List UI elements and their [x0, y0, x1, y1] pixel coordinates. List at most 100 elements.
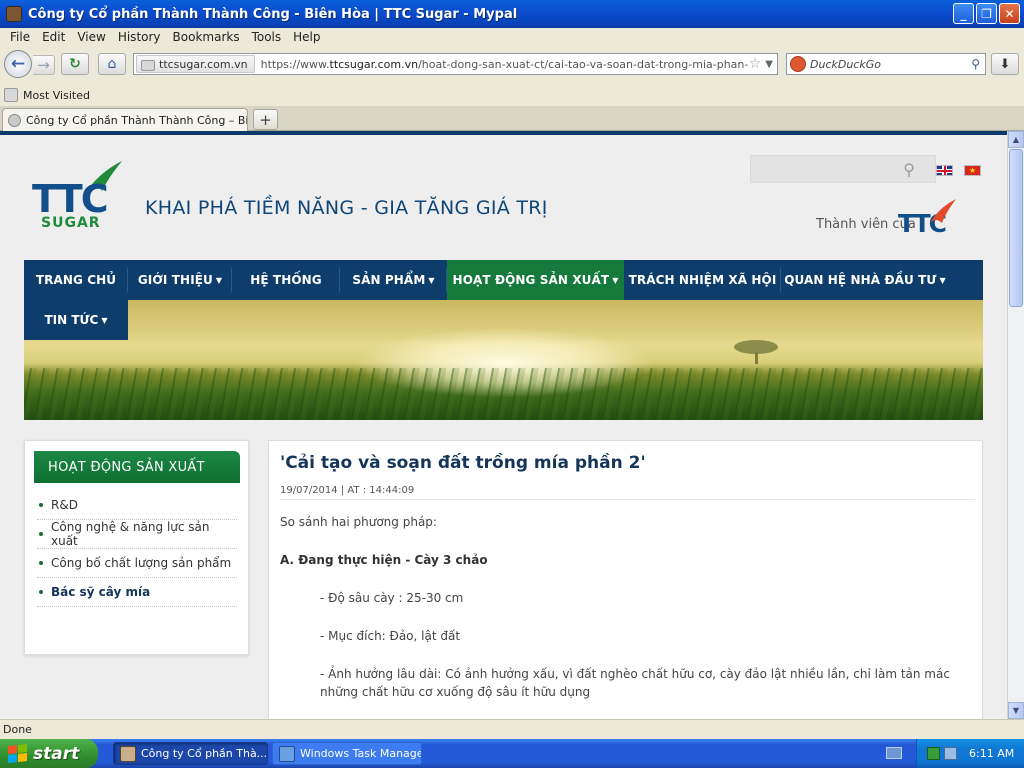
back-button[interactable]: ←	[4, 50, 32, 78]
menu-tools[interactable]: Tools	[246, 30, 288, 44]
nav-label: TRANG CHỦ	[35, 273, 117, 287]
ttc-sugar-logo[interactable]: TTC SUGAR	[32, 159, 124, 233]
menu-file[interactable]: File	[4, 30, 36, 44]
url-text[interactable]: https://www.ttcsugar.com.vn/hoat-dong-sa…	[261, 58, 749, 71]
window-title: Công ty Cổ phần Thành Thành Công - Biên …	[28, 6, 518, 22]
english-flag-icon[interactable]	[936, 165, 953, 176]
menu-view[interactable]: View	[71, 30, 111, 44]
nav-label: GIỚI THIỆU	[137, 273, 213, 287]
tray-clock[interactable]: 6:11 AM	[969, 747, 1014, 760]
site-search-input[interactable]: ⚲	[750, 155, 936, 183]
article-intro: So sánh hai phương pháp:	[280, 515, 437, 529]
url-bar[interactable]: ttcsugar.com.vn https://www.ttcsugar.com…	[133, 53, 778, 75]
nav-tin-tuc[interactable]: TIN TỨC ▼	[24, 300, 128, 340]
start-button[interactable]: start	[0, 739, 98, 768]
task-manager-icon	[279, 745, 295, 762]
most-visited-bookmark[interactable]: Most Visited	[23, 89, 90, 102]
page-viewport: TTC SUGAR KHAI PHÁ TIỀM NĂNG - GIA TĂNG …	[0, 131, 1007, 719]
windows-logo-icon	[8, 743, 28, 764]
tab-active[interactable]: Công ty Cổ phần Thành Thành Công – Biên …	[2, 108, 248, 131]
minimize-button[interactable]: _	[953, 3, 974, 24]
bullet-icon	[39, 532, 43, 536]
nav-trang-chu[interactable]: TRANG CHỦ	[24, 260, 128, 300]
reload-icon: ↻	[69, 56, 81, 72]
downloads-button[interactable]: ⬇	[991, 53, 1019, 75]
search-icon[interactable]: ⚲	[971, 57, 980, 71]
url-prefix: https://www.	[260, 57, 330, 71]
nav-label: HOẠT ĐỘNG SẢN XUẤT	[452, 273, 610, 287]
site-search-icon[interactable]: ⚲	[903, 160, 915, 179]
scroll-down-icon[interactable]: ▼	[1008, 702, 1024, 719]
taskbar-item-browser[interactable]: Công ty Cổ phần Thà...	[113, 742, 268, 765]
main-nav: TRANG CHỦ GIỚI THIỆU ▼ HỆ THỐNG SẢN PHẨM ▼…	[24, 260, 983, 300]
article: 'Cải tạo và soạn đất trồng mía phần 2' 1…	[268, 440, 983, 719]
close-button[interactable]: ✕	[999, 3, 1020, 24]
keyboard-layout-icon[interactable]	[886, 747, 902, 759]
tray-status-icon[interactable]	[927, 747, 940, 760]
sidebar-item-rnd[interactable]: R&D	[37, 491, 237, 520]
nav-san-pham[interactable]: SẢN PHẨM ▼	[340, 260, 447, 300]
article-line: - Mục đích: Đảo, lật đất	[320, 629, 461, 643]
home-button[interactable]: ⌂	[98, 53, 126, 75]
window-titlebar[interactable]: Công ty Cổ phần Thành Thành Công - Biên …	[0, 0, 1024, 28]
tray-network-icon[interactable]	[944, 747, 957, 760]
bullet-icon	[39, 590, 43, 594]
ttc-group-logo[interactable]: TTC	[898, 197, 958, 239]
most-visited-icon	[4, 88, 18, 102]
article-title: 'Cải tạo và soạn đất trồng mía phần 2'	[280, 453, 646, 473]
forward-arrow-icon: →	[37, 56, 50, 74]
navigation-toolbar: ← → ↻ ⌂ ttcsugar.com.vn https://www.ttcs…	[0, 46, 1024, 82]
search-bar[interactable]: DuckDuckGo ⚲	[786, 53, 986, 75]
bookmarks-toolbar: Most Visited	[0, 84, 1024, 106]
home-icon: ⌂	[107, 56, 117, 72]
article-line: - Ảnh hưởng lâu dài: Có ảnh hưởng xấu, v…	[320, 667, 950, 699]
search-placeholder: DuckDuckGo	[810, 57, 881, 71]
nav-quan-he-nha-dau-tu[interactable]: QUAN HỆ NHÀ ĐẦU TƯ ▼	[781, 260, 949, 300]
taskbar-item-task-manager[interactable]: Windows Task Manager	[272, 742, 422, 765]
download-arrow-icon: ⬇	[999, 56, 1011, 72]
logo-subtext: SUGAR	[41, 215, 101, 231]
menu-help[interactable]: Help	[287, 30, 326, 44]
menu-history[interactable]: History	[112, 30, 167, 44]
new-tab-button[interactable]: +	[253, 109, 278, 130]
vietnam-flag-icon[interactable]: ★	[964, 165, 981, 176]
scroll-thumb[interactable]	[1009, 149, 1023, 307]
nav-trach-nhiem-xa-hoi[interactable]: TRÁCH NHIỆM XÃ HỘI	[624, 260, 781, 300]
article-body: So sánh hai phương pháp: A. Đang thực hi…	[280, 513, 970, 719]
sidebar-item-label: Bác sỹ cây mía	[51, 585, 151, 599]
system-tray: 6:11 AM	[916, 739, 1024, 768]
sidebar-item-bac-sy-cay-mia[interactable]: Bác sỹ cây mía	[37, 578, 237, 607]
site-slogan: KHAI PHÁ TIỀM NĂNG - GIA TĂNG GIÁ TRỊ	[145, 197, 548, 219]
article-divider	[280, 499, 975, 500]
menu-bar: File Edit View History Bookmarks Tools H…	[0, 28, 1024, 46]
nav-gioi-thieu[interactable]: GIỚI THIỆU ▼	[128, 260, 232, 300]
status-text: Done	[3, 723, 32, 736]
bullet-icon	[39, 561, 43, 565]
nav-label: TIN TỨC	[44, 313, 99, 327]
start-label: start	[33, 743, 80, 764]
site-identity-button[interactable]: ttcsugar.com.vn	[136, 55, 255, 73]
nav-label: QUAN HỆ NHÀ ĐẦU TƯ	[784, 273, 937, 287]
nav-label: TRÁCH NHIỆM XÃ HỘI	[628, 273, 777, 287]
url-dropdown-icon[interactable]: ▼	[765, 59, 773, 70]
nav-he-thong[interactable]: HỆ THỐNG	[232, 260, 340, 300]
caret-down-icon: ▼	[428, 275, 435, 285]
url-domain: ttcsugar.com.vn	[329, 57, 419, 71]
sidebar-item-cong-bo[interactable]: Công bố chất lượng sản phẩm	[37, 549, 237, 578]
forward-button[interactable]: →	[33, 55, 55, 75]
menu-bookmarks[interactable]: Bookmarks	[167, 30, 246, 44]
sidebar-item-label: R&D	[51, 498, 78, 512]
menu-edit[interactable]: Edit	[36, 30, 71, 44]
sidebar: HOẠT ĐỘNG SẢN XUẤT R&D Công nghệ & năng …	[24, 440, 249, 655]
duckduckgo-icon[interactable]	[790, 56, 806, 72]
sidebar-item-cong-nghe[interactable]: Công nghệ & năng lực sản xuất	[37, 520, 237, 549]
sidebar-item-label: Công bố chất lượng sản phẩm	[51, 556, 232, 570]
scroll-up-icon[interactable]: ▲	[1008, 131, 1024, 148]
reload-button[interactable]: ↻	[61, 53, 89, 75]
sidebar-heading: HOẠT ĐỘNG SẢN XUẤT	[34, 451, 240, 483]
maximize-button[interactable]: ❐	[976, 3, 997, 24]
nav-hoat-dong-san-xuat[interactable]: HOẠT ĐỘNG SẢN XUẤT ▼	[447, 260, 624, 300]
vertical-scrollbar[interactable]: ▲ ▼	[1007, 131, 1024, 719]
bookmark-star-icon[interactable]: ☆	[749, 56, 762, 72]
caret-down-icon: ▼	[612, 275, 619, 285]
